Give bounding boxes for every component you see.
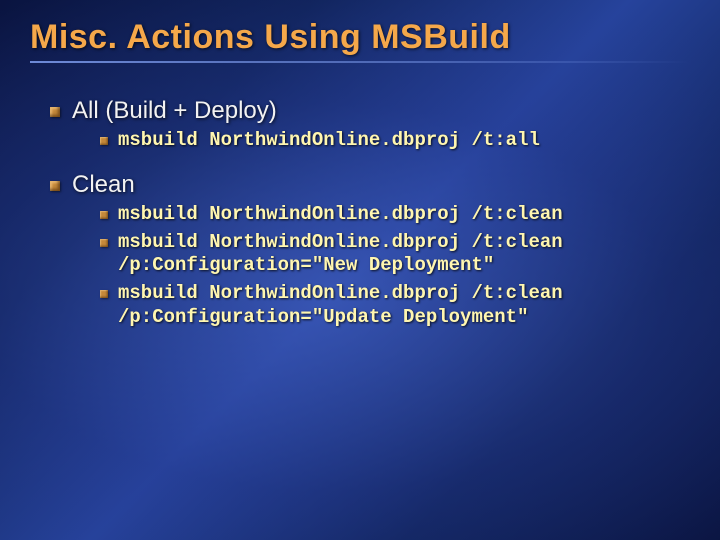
list-item: msbuild NorthwindOnline.dbproj /t:all: [100, 129, 690, 153]
slide: Misc. Actions Using MSBuild All (Build +…: [0, 0, 720, 540]
code-line: msbuild NorthwindOnline.dbproj /t:all: [118, 129, 540, 151]
list-item: msbuild NorthwindOnline.dbproj /t:clean …: [100, 282, 690, 330]
code-line: msbuild NorthwindOnline.dbproj /t:clean: [118, 203, 563, 225]
code-line: msbuild NorthwindOnline.dbproj /t:clean …: [118, 282, 563, 328]
section-all: All (Build + Deploy) msbuild NorthwindOn…: [50, 97, 690, 165]
sub-list: msbuild NorthwindOnline.dbproj /t:clean …: [72, 199, 690, 342]
code-line: msbuild NorthwindOnline.dbproj /t:clean …: [118, 231, 563, 277]
list-item: msbuild NorthwindOnline.dbproj /t:clean: [100, 203, 690, 227]
sub-list: msbuild NorthwindOnline.dbproj /t:all: [72, 125, 690, 165]
section-label: Clean: [72, 171, 135, 198]
list-item: msbuild NorthwindOnline.dbproj /t:clean …: [100, 231, 690, 279]
title-underline: [30, 61, 690, 63]
bullet-list: All (Build + Deploy) msbuild NorthwindOn…: [30, 97, 690, 342]
section-label: All (Build + Deploy): [72, 97, 277, 124]
section-clean: Clean msbuild NorthwindOnline.dbproj /t:…: [50, 171, 690, 342]
slide-title: Misc. Actions Using MSBuild: [30, 18, 690, 57]
